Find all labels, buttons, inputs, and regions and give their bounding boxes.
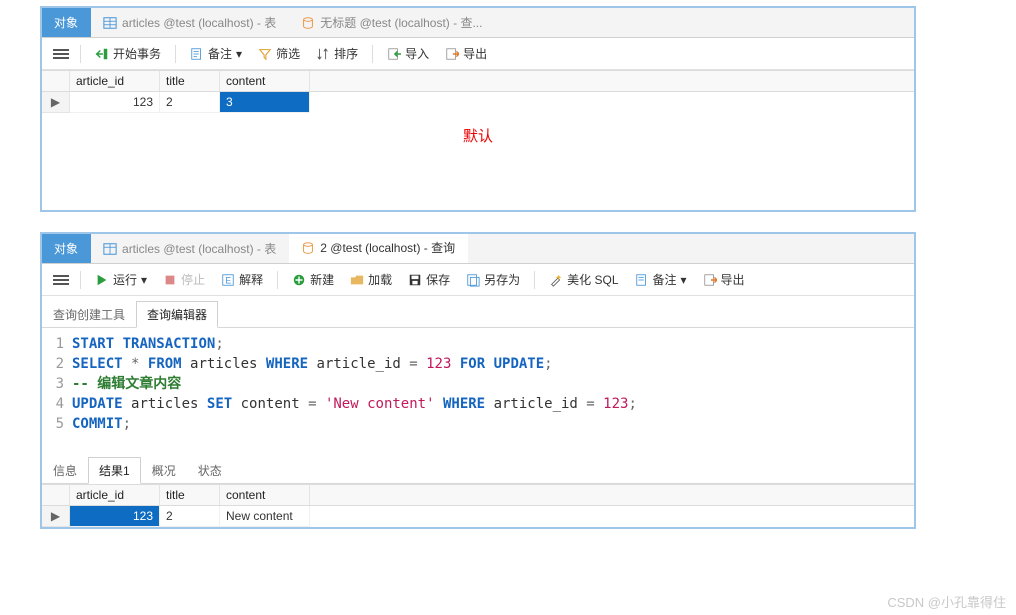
result-tab-profile[interactable]: 概况 (141, 457, 187, 484)
sql-editor[interactable]: 1START TRANSACTION; 2SELECT * FROM artic… (42, 328, 914, 440)
new-button[interactable]: 新建 (286, 268, 340, 291)
col-title[interactable]: title (160, 71, 220, 91)
result-tab-result1[interactable]: 结果1 (88, 457, 141, 484)
cell-article-id[interactable]: 123 (70, 506, 160, 527)
sort-button[interactable]: 排序 (310, 42, 364, 65)
col-article-id[interactable]: article_id (70, 71, 160, 91)
filter-button[interactable]: 筛选 (252, 42, 306, 65)
col-title[interactable]: title (160, 485, 220, 505)
begin-transaction-button[interactable]: 开始事务 (89, 42, 167, 65)
tab-untitled-query[interactable]: 无标题 @test (localhost) - 查... (289, 8, 495, 37)
memo-button[interactable]: 备注 ▾ (629, 268, 693, 291)
saveas-button[interactable]: 另存为 (460, 268, 526, 291)
subtab-editor[interactable]: 查询编辑器 (136, 301, 218, 328)
col-content[interactable]: content (220, 485, 310, 505)
cell-article-id[interactable]: 123 (70, 92, 160, 113)
tab-articles-table[interactable]: articles @test (localhost) - 表 (91, 8, 289, 37)
result-tab-status[interactable]: 状态 (187, 457, 233, 484)
table-row[interactable]: ▶ 123 2 3 (42, 92, 914, 113)
table-icon (103, 242, 117, 256)
cell-content[interactable]: 3 (220, 92, 310, 113)
cell-title[interactable]: 2 (160, 92, 220, 113)
row-indicator-icon: ▶ (42, 92, 70, 113)
tab-objects[interactable]: 对象 (42, 234, 91, 263)
tab-query-2[interactable]: 2 @test (localhost) - 查询 (289, 234, 468, 263)
menu-icon[interactable] (50, 46, 72, 62)
panel-query-view: 对象 articles @test (localhost) - 表 2 @tes… (40, 232, 916, 529)
query-toolbar: 运行 ▾ 停止 E解释 新建 加载 保存 另存为 美化 SQL 备注 ▾ 导出 (42, 264, 914, 296)
annotation-default: 默认 (42, 125, 914, 146)
col-content[interactable]: content (220, 71, 310, 91)
svg-text:E: E (225, 275, 231, 285)
tab-bar: 对象 articles @test (localhost) - 表 2 @tes… (42, 234, 914, 264)
result-tab-info[interactable]: 信息 (42, 457, 88, 484)
export-button[interactable]: 导出 (439, 42, 493, 65)
query-icon (301, 16, 315, 30)
load-button[interactable]: 加载 (344, 268, 398, 291)
explain-button[interactable]: E解释 (215, 268, 269, 291)
beautify-button[interactable]: 美化 SQL (543, 268, 624, 291)
query-icon (301, 241, 315, 255)
cell-content[interactable]: New content (220, 506, 310, 527)
tab-bar: 对象 articles @test (localhost) - 表 无标题 @t… (42, 8, 914, 38)
grid-header: article_id title content (42, 70, 914, 92)
subtab-builder[interactable]: 查询创建工具 (42, 301, 136, 328)
result-grid-header: article_id title content (42, 484, 914, 506)
stop-button: 停止 (157, 268, 211, 291)
export-button[interactable]: 导出 (697, 268, 751, 291)
run-button[interactable]: 运行 ▾ (89, 268, 153, 291)
memo-button[interactable]: 备注 ▾ (184, 42, 248, 65)
menu-icon[interactable] (50, 272, 72, 288)
table-toolbar: 开始事务 备注 ▾ 筛选 排序 导入 导出 (42, 38, 914, 70)
tab-objects[interactable]: 对象 (42, 8, 91, 37)
table-row[interactable]: ▶ 123 2 New content (42, 506, 914, 527)
save-button[interactable]: 保存 (402, 268, 456, 291)
table-icon (103, 16, 117, 30)
cell-title[interactable]: 2 (160, 506, 220, 527)
col-article-id[interactable]: article_id (70, 485, 160, 505)
panel-table-view: 对象 articles @test (localhost) - 表 无标题 @t… (40, 6, 916, 212)
import-button[interactable]: 导入 (381, 42, 435, 65)
row-indicator-icon: ▶ (42, 506, 70, 527)
result-tabs: 信息 结果1 概况 状态 (42, 456, 914, 484)
watermark: CSDN @小孔靠得住 (887, 592, 1006, 611)
query-subtabs: 查询创建工具 查询编辑器 (42, 300, 914, 328)
tab-articles-table[interactable]: articles @test (localhost) - 表 (91, 234, 289, 263)
